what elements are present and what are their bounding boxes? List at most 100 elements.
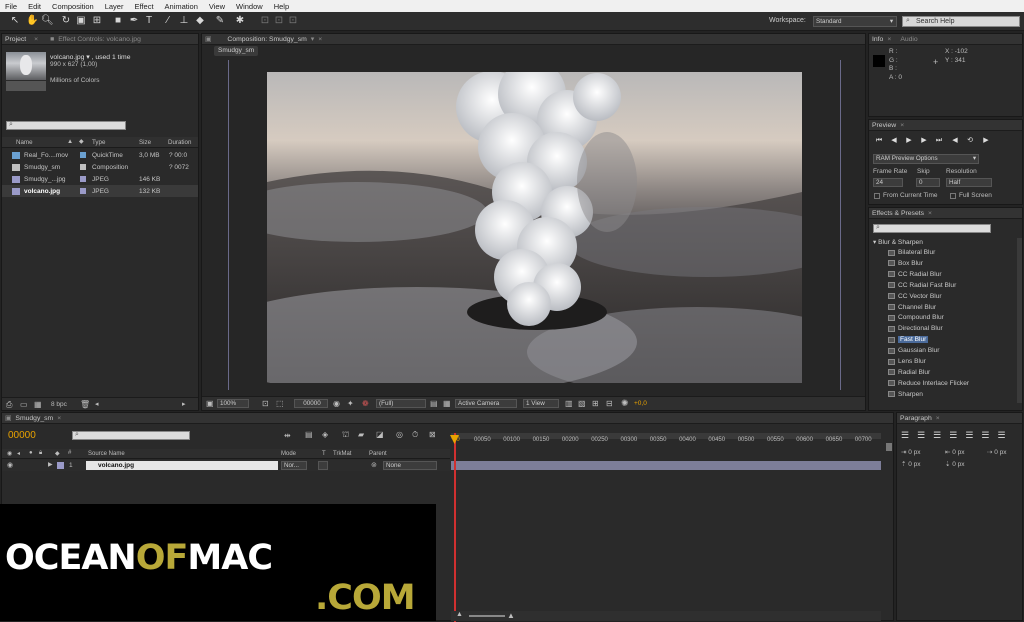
column-t[interactable]: T [322,451,326,457]
draft-3d-icon[interactable]: ◈ [322,430,328,439]
tab-audio[interactable]: Audio [900,36,917,43]
column-parent[interactable]: Parent [369,451,387,457]
brush-tool-icon[interactable]: ⁄ [162,15,174,27]
layer-row[interactable]: ◉ ▶ 1 volcano.jpg Nor... ⊚ None [2,460,450,471]
tab-preview[interactable]: Preview [872,122,896,129]
new-composition-icon[interactable]: ▦ [34,400,42,409]
comp-marker-bin-icon[interactable] [886,443,892,451]
ram-preview-icon[interactable]: ▶ [982,137,990,145]
justify-last-center-icon[interactable]: ☰ [965,430,973,441]
full-screen-checkbox[interactable] [950,193,956,199]
tab-composition[interactable]: Composition: Smudgy_sm [227,36,306,43]
align-right-icon[interactable]: ☰ [933,430,941,441]
timeline-search-input[interactable]: ⌕ [72,431,190,440]
auto-keyframe-icon[interactable]: ⏱ [412,430,418,440]
space-after-field[interactable]: ⇣ 0 px [945,460,965,468]
pen-tool-icon[interactable]: ✒ [128,15,140,27]
layer-name[interactable]: volcano.jpg [86,461,278,470]
layer-trkmat-select[interactable] [318,461,328,470]
brainstorm-icon[interactable]: ◎ [396,430,403,439]
interpret-footage-icon[interactable]: ⎙ [6,400,12,410]
column-mode[interactable]: Mode [281,451,296,457]
effect-item[interactable]: CC Radial Blur [888,269,942,280]
always-preview-icon[interactable]: ▣ [206,399,214,408]
new-folder-icon[interactable]: ▭ [20,400,28,409]
indent-left-field[interactable]: ⇥ 0 px [901,448,921,456]
effect-item[interactable]: Compound Blur [888,312,944,323]
delete-icon[interactable]: 🗑︎ [80,400,90,409]
menu-item-window[interactable]: Window [236,2,263,11]
frame-blending-icon[interactable]: ▰ [358,430,364,439]
graph-editor-icon[interactable]: ⊠ [429,430,436,439]
layer-mode-select[interactable]: Nor... [281,461,307,470]
comp-nav-tab[interactable]: Smudgy_sm [214,46,259,56]
exposure-icon[interactable]: ✺ [621,398,629,409]
frame-rate-select[interactable]: 24 [873,178,903,187]
comp-mini-flowchart-icon[interactable]: ⇹ [284,431,291,440]
menu-item-effect[interactable]: Effect [134,2,153,11]
motion-blur-icon[interactable]: ◪ [376,430,384,439]
project-item[interactable]: Real_Fo....mov QuickTime 3,0 MB ? 00:0 [2,149,198,161]
project-search-input[interactable]: ⌕ [6,121,126,130]
effect-item[interactable]: Channel Blur [888,302,936,313]
expand-arrow-icon[interactable]: ▶ [48,461,53,468]
effect-item[interactable]: Bilateral Blur [888,247,935,258]
menu-item-layer[interactable]: Layer [105,2,124,11]
exposure-value[interactable]: +0,0 [634,400,647,407]
text-tool-icon[interactable]: T [143,15,155,27]
effects-category-blur-sharpen[interactable]: ▾ Blur & Sharpen [873,238,923,246]
timeline-current-time[interactable]: 00000 [8,430,36,441]
menu-item-file[interactable]: File [5,2,17,11]
scroll-right-icon[interactable]: ▸ [182,400,186,408]
camera-tool-icon[interactable]: ▣ [75,15,87,27]
world-axis-icon[interactable]: ⊡ [273,15,285,27]
bpc-button[interactable]: 8 bpc [51,401,67,408]
tab-effects-presets[interactable]: Effects & Presets [872,210,924,217]
close-icon[interactable]: × [34,36,38,43]
effect-item[interactable]: Box Blur [888,258,923,269]
indent-right-field[interactable]: ⇤ 0 px [945,448,965,456]
justify-last-left-icon[interactable]: ☰ [949,430,957,441]
zoom-out-mountain-icon[interactable]: ▲ [456,611,463,618]
safe-margins-icon[interactable]: ⊡ [262,399,269,408]
project-item[interactable]: Smudgy_...jpg JPEG 146 KB [2,173,198,185]
selection-tool-icon[interactable]: ↖ [9,15,21,27]
close-icon[interactable]: × [900,122,904,129]
zoom-in-mountain-icon[interactable]: ▲ [507,611,515,620]
column-name[interactable]: Name [16,139,33,146]
region-of-interest-icon[interactable]: ⬚ [276,399,284,408]
first-frame-icon[interactable]: ⏮ [875,137,883,145]
close-icon[interactable]: × [936,415,940,422]
first-line-indent-field[interactable]: ⇢ 0 px [987,448,1007,456]
timeline-panel-icon[interactable]: ⊞ [592,399,599,408]
pan-behind-tool-icon[interactable]: ⊞ [91,15,103,27]
play-icon[interactable]: ▶ [905,137,913,145]
align-left-icon[interactable]: ☰ [901,430,909,441]
camera-select[interactable]: Active Camera [455,399,517,408]
sort-arrow-icon[interactable]: ▲ [67,138,73,145]
toggle-pixel-aspect-icon[interactable]: ▥ [565,399,573,408]
column-source-name[interactable]: Source Name [88,451,125,457]
hand-tool-icon[interactable]: ✋ [26,15,38,27]
effects-scrollbar[interactable] [1017,238,1022,403]
live-update-icon[interactable]: ▤ [305,430,313,439]
effect-item[interactable]: Reduce Interlace Flicker [888,378,969,389]
hide-shy-layers-icon[interactable]: ⛫ [342,430,349,440]
puppet-pin-tool-icon[interactable]: ✱ [234,15,246,27]
menu-item-animation[interactable]: Animation [165,2,198,11]
effect-item[interactable]: CC Radial Fast Blur [888,280,956,291]
zoom-slider[interactable] [469,615,505,617]
zoom-select[interactable]: 100% [217,399,249,408]
project-item[interactable]: volcano.jpg JPEG 132 KB [2,185,198,197]
skip-select[interactable]: 0 [916,178,940,187]
menu-item-edit[interactable]: Edit [28,2,41,11]
last-frame-icon[interactable]: ⏭ [935,137,943,145]
roto-brush-tool-icon[interactable]: ✎ [214,15,226,27]
eraser-tool-icon[interactable]: ◆ [194,15,206,27]
column-size[interactable]: Size [139,139,151,146]
effect-item[interactable]: Fast Blur [888,334,929,345]
ram-preview-options-select[interactable]: RAM Preview Options ▾ [873,154,979,164]
tab-effect-controls[interactable]: Effect Controls: volcano.jpg [58,36,141,43]
toggle-mask-icon[interactable]: ▦ [443,399,451,408]
search-help-input[interactable]: ⌕ Search Help [902,16,1020,27]
